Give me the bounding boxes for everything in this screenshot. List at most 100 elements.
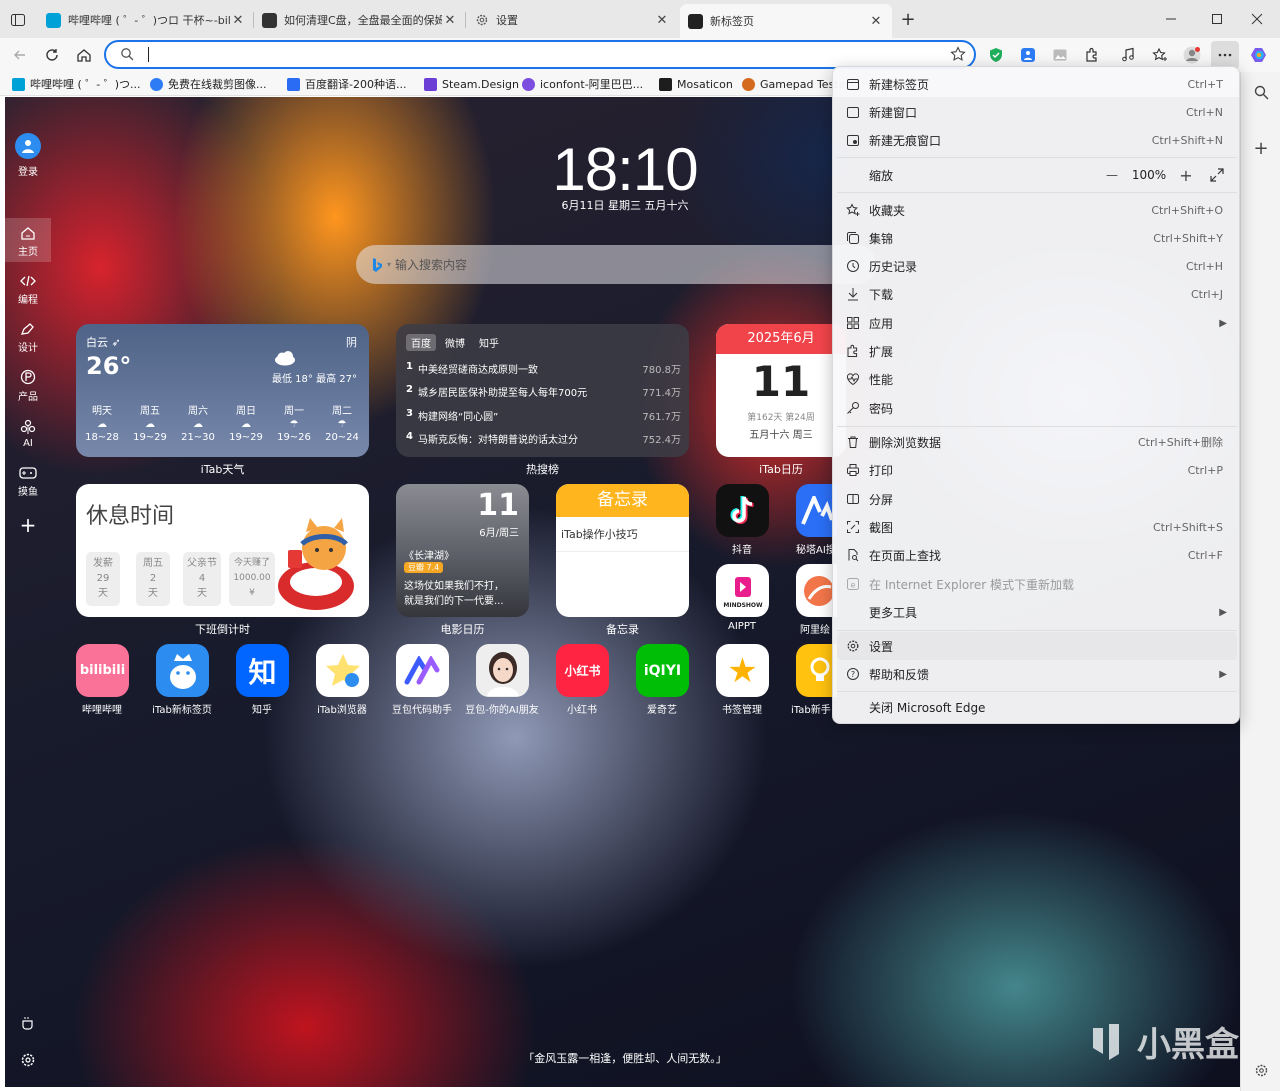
menu-item-close-edge[interactable]: 关闭 Microsoft Edge: [837, 693, 1237, 721]
tab-zhihu[interactable]: 知乎: [474, 334, 504, 351]
coffee-icon[interactable]: [18, 1013, 38, 1033]
shield-extension-icon[interactable]: [986, 45, 1006, 65]
tab-article[interactable]: 如何清理C盘，全盘最全面的保姆级 ✕: [254, 4, 466, 36]
app-itab-newbie[interactable]: [796, 644, 837, 697]
hot-item[interactable]: 2 城乡居民医保补助提至每人每年700元 771.4万: [406, 384, 681, 399]
menu-item-history[interactable]: 历史记录 Ctrl+H: [837, 252, 1237, 280]
search-input[interactable]: 输入搜索内容: [395, 256, 467, 273]
tab-weibo[interactable]: 微博: [440, 334, 470, 351]
login-button[interactable]: 登录: [5, 133, 51, 178]
add-category-button[interactable]: +: [18, 513, 38, 537]
close-icon[interactable]: ✕: [230, 13, 246, 28]
app-doubao-code[interactable]: [396, 644, 449, 697]
hot-item[interactable]: 4 马斯克反悔：对特朗普说的话太过分 752.4万: [406, 431, 681, 446]
menu-item-screenshot[interactable]: 截图 Ctrl+Shift+S: [837, 513, 1237, 541]
app-zhihu[interactable]: 知: [236, 644, 289, 697]
zoom-in-button[interactable]: +: [1175, 166, 1197, 185]
extensions-icon[interactable]: [1082, 45, 1102, 65]
address-bar[interactable]: [104, 40, 976, 69]
zoom-out-button[interactable]: —: [1101, 168, 1123, 182]
sidebar-item-ai[interactable]: AI: [5, 410, 51, 454]
tab-bilibili[interactable]: 哔哩哔哩 ( ゜- ゜)つロ 干杯~-bilibili ✕: [38, 4, 254, 36]
gear-icon[interactable]: [1251, 1060, 1271, 1080]
refresh-icon[interactable]: [42, 45, 62, 65]
bookmark-item[interactable]: 免费在线裁剪图像...: [150, 76, 267, 92]
bookmark-item[interactable]: Steam.Design: [424, 76, 519, 92]
app-xiaohongshu[interactable]: 小红书: [556, 644, 609, 697]
star-icon[interactable]: [950, 46, 966, 62]
app-bookmark-manager[interactable]: ★: [716, 644, 769, 697]
close-icon[interactable]: ✕: [654, 13, 670, 28]
hot-item[interactable]: 1 中美经贸磋商达成原则一致 780.8万: [406, 361, 681, 376]
menu-item-find[interactable]: 在页面上查找 Ctrl+F: [837, 541, 1237, 569]
hot-item[interactable]: 3 构建网络“同心圆” 761.7万: [406, 408, 681, 423]
menu-item-split-screen[interactable]: 分屏: [837, 485, 1237, 513]
sidebar-item-product[interactable]: 产品: [5, 362, 51, 406]
calendar-widget[interactable]: 2025年6月 11 第162天 第24周 五月十六 周三: [716, 324, 846, 457]
back-icon[interactable]: [10, 45, 30, 65]
sidebar-item-design[interactable]: 设计: [5, 314, 51, 358]
menu-item-collections[interactable]: 集锦 Ctrl+Shift+Y: [837, 224, 1237, 252]
app-itab[interactable]: [156, 644, 209, 697]
menu-item-favorites[interactable]: 收藏夹 Ctrl+Shift+O: [837, 196, 1237, 224]
new-tab-button[interactable]: +: [898, 9, 918, 30]
menu-item-passwords[interactable]: 密码: [837, 394, 1237, 422]
menu-item-apps[interactable]: 应用 ▶: [837, 309, 1237, 337]
menu-item-downloads[interactable]: 下载 Ctrl+J: [837, 280, 1237, 308]
tab-baidu[interactable]: 百度: [406, 334, 436, 351]
memo-widget[interactable]: 备忘录 iTab操作小技巧: [556, 484, 689, 617]
menu-button[interactable]: [1211, 41, 1239, 69]
app-metaso[interactable]: [796, 484, 837, 537]
menu-item-inprivate[interactable]: 新建无痕窗口 Ctrl+Shift+N: [837, 126, 1237, 154]
fullscreen-icon[interactable]: [1197, 168, 1237, 182]
menu-item-print[interactable]: 打印 Ctrl+P: [837, 456, 1237, 484]
bookmark-item[interactable]: Gamepad Teste: [742, 76, 845, 92]
home-icon[interactable]: [74, 45, 94, 65]
sidebar-item-leisure[interactable]: 摸鱼: [5, 458, 51, 502]
minimize-button[interactable]: [1148, 0, 1194, 38]
copilot-icon[interactable]: [1249, 45, 1269, 65]
bookmark-item[interactable]: Mosaticon: [659, 76, 733, 92]
memo-item[interactable]: iTab操作小技巧: [556, 517, 689, 552]
sidebar-item-code[interactable]: 编程: [5, 266, 51, 310]
app-ali-draw[interactable]: [796, 564, 837, 617]
close-window-button[interactable]: [1234, 0, 1280, 38]
search-icon[interactable]: [1251, 82, 1271, 102]
menu-item-extensions[interactable]: 扩展: [837, 337, 1237, 365]
app-iqiyi[interactable]: iQIYI: [636, 644, 689, 697]
media-icon[interactable]: [1118, 45, 1138, 65]
bing-icon[interactable]: [370, 257, 384, 273]
countdown-widget[interactable]: 休息时间 发薪 29 天 周五 2 天 父亲节 4 天 今天赚了 1000.00 ¥: [76, 484, 369, 617]
tab-new-tab[interactable]: 新标签页 ✕: [680, 4, 892, 38]
menu-item-clear-data[interactable]: 删除浏览数据 Ctrl+Shift+删除: [837, 428, 1237, 456]
add-icon[interactable]: +: [1251, 138, 1271, 159]
menu-item-new-window[interactable]: 新建窗口 Ctrl+N: [837, 98, 1237, 126]
profile-avatar[interactable]: [1182, 45, 1202, 65]
menu-item-performance[interactable]: 性能: [837, 365, 1237, 393]
search-box[interactable]: ▾ 输入搜索内容: [356, 245, 876, 284]
menu-item-settings[interactable]: 设置: [837, 632, 1237, 660]
menu-item-new-tab[interactable]: 新建标签页 Ctrl+T: [837, 70, 1237, 98]
favorites-icon[interactable]: [1150, 45, 1170, 65]
bookmark-item[interactable]: 百度翻译-200种语...: [287, 76, 406, 92]
tab-actions-icon[interactable]: [8, 10, 28, 30]
bookmark-item[interactable]: 哔哩哔哩 ( ゜- ゜)つ...: [12, 76, 141, 92]
close-icon[interactable]: ✕: [442, 13, 458, 28]
settings-icon[interactable]: [18, 1050, 38, 1070]
app-itab-browser[interactable]: [316, 644, 369, 697]
translate-extension-icon[interactable]: [1018, 45, 1038, 65]
app-douyin[interactable]: [716, 484, 769, 537]
bookmark-item[interactable]: iconfont-阿里巴巴...: [522, 76, 643, 92]
menu-item-help[interactable]: ? 帮助和反馈 ▶: [837, 660, 1237, 688]
hot-search-widget[interactable]: 百度 微博 知乎 1 中美经贸磋商达成原则一致 780.8万 2 城乡居民医保补助提至…: [396, 324, 689, 457]
chevron-down-icon[interactable]: ▾: [387, 260, 391, 269]
tab-settings[interactable]: 设置 ✕: [466, 4, 678, 36]
app-bilibili[interactable]: bilibili: [76, 644, 129, 697]
movie-widget[interactable]: 11 6月/周三 《长津湖》 豆瓣 7.4 这场仗如果我们不打， 就是我们的下一代…: [396, 484, 529, 617]
weather-widget[interactable]: 白云 ➶ 26° 阴 最低 18° 最高 27° 明天 ☁ 18~28 周五 ☁ 19~…: [76, 324, 369, 457]
close-icon[interactable]: ✕: [868, 14, 884, 29]
menu-item-more-tools[interactable]: 更多工具 ▶: [837, 598, 1237, 626]
sidebar-item-home[interactable]: 主页: [5, 218, 51, 262]
app-doubao[interactable]: [476, 644, 529, 697]
app-aippt[interactable]: MINDSHOW: [716, 564, 769, 617]
